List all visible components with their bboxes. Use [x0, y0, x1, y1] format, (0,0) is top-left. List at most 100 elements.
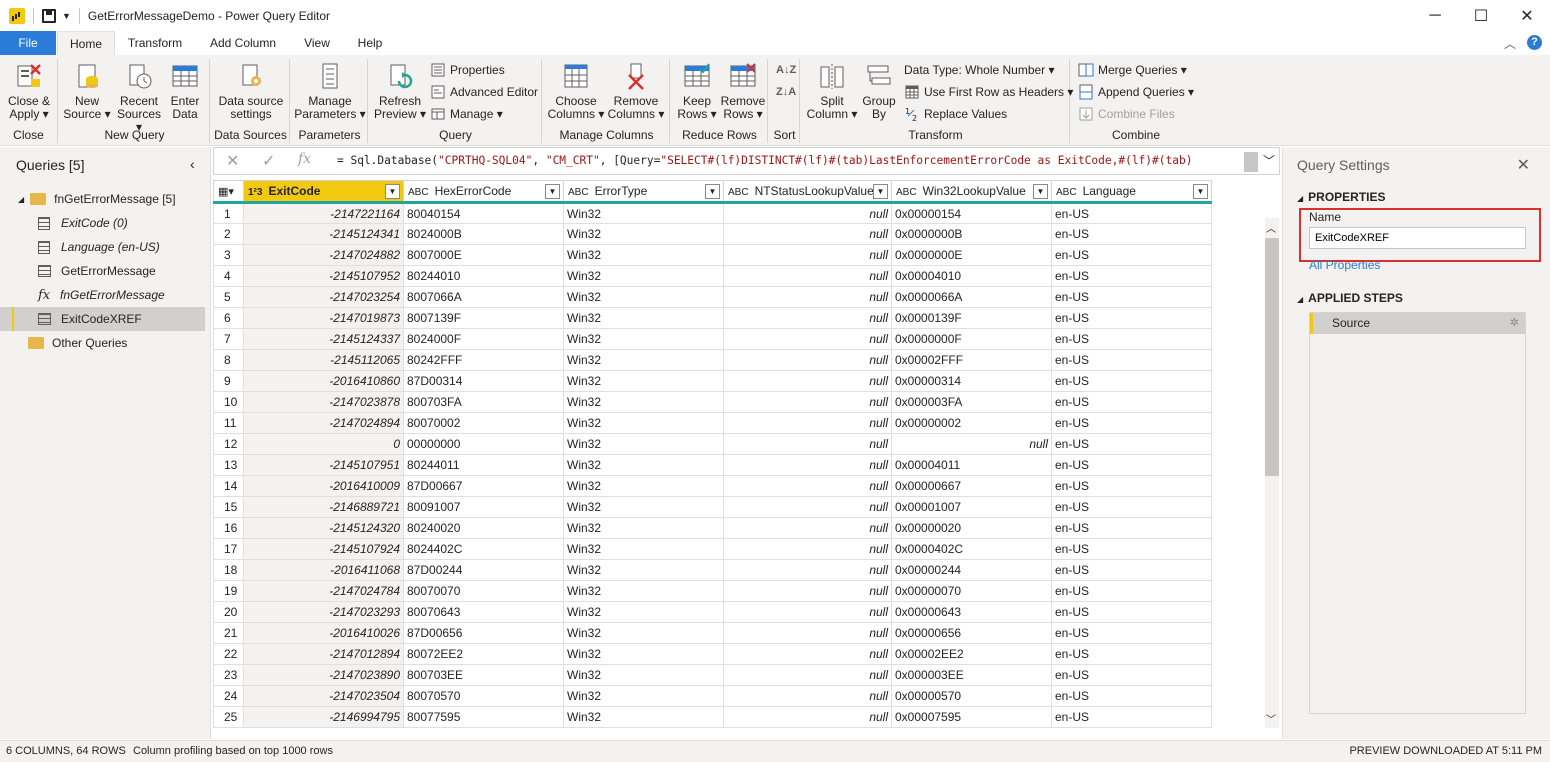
insert-function-icon[interactable]: fx: [298, 151, 311, 167]
table-cell[interactable]: 0x00000570: [891, 685, 1052, 707]
table-cell[interactable]: -2147019873: [243, 307, 404, 329]
table-cell[interactable]: 800703EE: [403, 664, 564, 686]
scroll-down-icon[interactable]: ﹀: [1266, 711, 1276, 726]
query-folder-fngeterrormessage[interactable]: ◢ fnGetErrorMessage [5]: [0, 187, 205, 211]
whole-number-type-icon[interactable]: 1²3: [248, 187, 262, 198]
table-cell[interactable]: null: [723, 538, 892, 560]
table-cell[interactable]: Win32: [563, 412, 724, 434]
table-cell[interactable]: null: [723, 370, 892, 392]
table-cell[interactable]: 80070002: [403, 412, 564, 434]
table-cell[interactable]: 0x00001007: [891, 496, 1052, 518]
table-cell[interactable]: null: [723, 643, 892, 665]
filter-dropdown-icon[interactable]: ▼: [873, 184, 888, 199]
table-cell[interactable]: Win32: [563, 475, 724, 497]
query-item-fngeterrormessage[interactable]: fx fnGetErrorMessage: [0, 283, 205, 307]
table-row[interactable]: 8 -2145112065 80242FFF Win32 null 0x00002FFF e…: [213, 349, 1212, 371]
table-cell[interactable]: null: [723, 223, 892, 245]
new-source-button[interactable]: New Source ▾: [62, 61, 112, 121]
table-row[interactable]: 2 -2145124341 8024000B Win32 null 0x0000000B e…: [213, 223, 1212, 245]
table-row[interactable]: 5 -2147023254 8007066A Win32 null 0x0000066A e…: [213, 286, 1212, 308]
row-number[interactable]: 11: [213, 412, 244, 434]
applied-step-source[interactable]: Source ✲: [1310, 313, 1525, 334]
tab-file[interactable]: File: [0, 31, 56, 55]
manage-parameters-button[interactable]: Manage Parameters ▾: [294, 61, 366, 121]
column-header-win32lookupvalue[interactable]: ABC Win32LookupValue ▼: [891, 180, 1052, 204]
keep-rows-button[interactable]: Keep Rows ▾: [674, 61, 720, 121]
text-type-icon[interactable]: ABC: [408, 187, 429, 198]
table-cell[interactable]: -2147024882: [243, 244, 404, 266]
table-cell[interactable]: en-US: [1051, 244, 1212, 266]
close-apply-button[interactable]: Close & Apply ▾: [4, 61, 54, 121]
column-header-language[interactable]: ABC Language ▼: [1051, 180, 1212, 204]
table-row[interactable]: 10 -2147023878 800703FA Win32 null 0x000003FA…: [213, 391, 1212, 413]
table-cell[interactable]: -2016410009: [243, 475, 404, 497]
table-row[interactable]: 18 -2016411068 87D00244 Win32 null 0x00000244…: [213, 559, 1212, 581]
table-cell[interactable]: null: [723, 706, 892, 728]
table-cell[interactable]: Win32: [563, 370, 724, 392]
group-by-button[interactable]: Group By: [858, 61, 900, 121]
filter-dropdown-icon[interactable]: ▼: [545, 184, 560, 199]
table-row[interactable]: 13 -2145107951 80244011 Win32 null 0x00004011…: [213, 454, 1212, 476]
table-cell[interactable]: -2016411068: [243, 559, 404, 581]
table-cell[interactable]: Win32: [563, 559, 724, 581]
row-number[interactable]: 15: [213, 496, 244, 518]
table-cell[interactable]: 80040154: [403, 202, 564, 224]
table-cell[interactable]: -2147023254: [243, 286, 404, 308]
expand-triangle-icon[interactable]: ◢: [18, 195, 24, 204]
table-cell[interactable]: Win32: [563, 706, 724, 728]
table-row[interactable]: 17 -2145107924 8024402C Win32 null 0x0000402C…: [213, 538, 1212, 560]
table-cell[interactable]: 8024000F: [403, 328, 564, 350]
table-cell[interactable]: 0x0000000F: [891, 328, 1052, 350]
row-number[interactable]: 12: [213, 433, 244, 455]
applied-steps-section-header[interactable]: ◢ APPLIED STEPS: [1297, 291, 1403, 305]
table-cell[interactable]: null: [723, 517, 892, 539]
collapse-ribbon-icon[interactable]: ︿: [1504, 35, 1516, 52]
scroll-up-icon[interactable]: ︿: [1266, 220, 1276, 235]
table-cell[interactable]: en-US: [1051, 517, 1212, 539]
row-number[interactable]: 22: [213, 643, 244, 665]
table-cell[interactable]: null: [723, 349, 892, 371]
save-icon[interactable]: [42, 8, 56, 23]
table-cell[interactable]: 80240020: [403, 517, 564, 539]
table-cell[interactable]: 80244011: [403, 454, 564, 476]
table-cell[interactable]: en-US: [1051, 349, 1212, 371]
table-cell[interactable]: 0x000003FA: [891, 391, 1052, 413]
text-type-icon[interactable]: ABC: [568, 187, 589, 198]
table-cell[interactable]: Win32: [563, 664, 724, 686]
table-row[interactable]: 22 -2147012894 80072EE2 Win32 null 0x00002EE2…: [213, 643, 1212, 665]
query-item-geterrormessage[interactable]: GetErrorMessage: [0, 259, 205, 283]
table-cell[interactable]: -2147023293: [243, 601, 404, 623]
filter-dropdown-icon[interactable]: ▼: [1033, 184, 1048, 199]
choose-columns-button[interactable]: Choose Columns ▾: [546, 61, 606, 121]
table-cell[interactable]: en-US: [1051, 223, 1212, 245]
table-row[interactable]: 24 -2147023504 80070570 Win32 null 0x00000570…: [213, 685, 1212, 707]
table-cell[interactable]: en-US: [1051, 286, 1212, 308]
table-cell[interactable]: en-US: [1051, 433, 1212, 455]
table-row[interactable]: 21 -2016410026 87D00656 Win32 null 0x00000656…: [213, 622, 1212, 644]
tab-add-column[interactable]: Add Column: [200, 31, 286, 55]
table-row[interactable]: 23 -2147023890 800703EE Win32 null 0x000003EE…: [213, 664, 1212, 686]
query-item-exitcode[interactable]: ExitCode (0): [0, 211, 205, 235]
row-number[interactable]: 19: [213, 580, 244, 602]
table-cell[interactable]: null: [723, 601, 892, 623]
table-cell[interactable]: -2147024894: [243, 412, 404, 434]
row-number[interactable]: 3: [213, 244, 244, 266]
close-query-settings-icon[interactable]: ✕: [1517, 155, 1530, 175]
table-cell[interactable]: Win32: [563, 538, 724, 560]
row-number[interactable]: 7: [213, 328, 244, 350]
tab-transform[interactable]: Transform: [120, 31, 190, 55]
replace-values-button[interactable]: 12 Replace Values: [904, 106, 1007, 122]
table-row[interactable]: 3 -2147024882 8007000E Win32 null 0x0000000E e…: [213, 244, 1212, 266]
table-cell[interactable]: 8024000B: [403, 223, 564, 245]
quick-access-dropdown-icon[interactable]: ▼: [62, 11, 71, 21]
table-cell[interactable]: 80244010: [403, 265, 564, 287]
tab-view[interactable]: View: [296, 31, 338, 55]
table-cell[interactable]: 0x00000020: [891, 517, 1052, 539]
row-number[interactable]: 2: [213, 223, 244, 245]
table-cell[interactable]: en-US: [1051, 328, 1212, 350]
close-window-button[interactable]: ✕: [1504, 0, 1550, 31]
table-cell[interactable]: 0x00000070: [891, 580, 1052, 602]
table-cell[interactable]: null: [723, 559, 892, 581]
row-number[interactable]: 4: [213, 265, 244, 287]
table-cell[interactable]: null: [723, 454, 892, 476]
